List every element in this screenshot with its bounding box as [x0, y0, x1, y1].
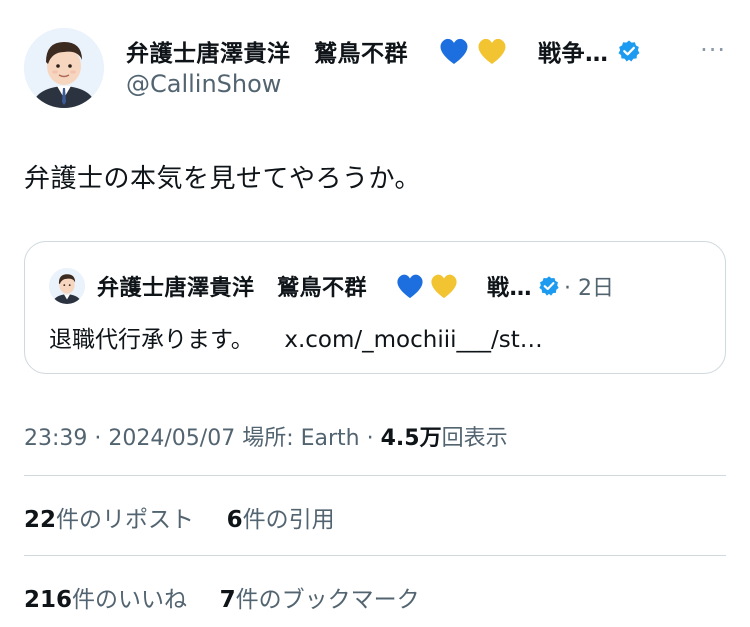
quoted-tweet-header: 弁護士唐澤貴洋 鷲鳥不群 戦… · 2日: [49, 268, 709, 304]
verified-badge-icon: [539, 276, 559, 296]
quoted-author-avatar: [49, 268, 85, 304]
meta-separator: ·: [359, 426, 381, 451]
reposts-count: 22: [24, 507, 57, 533]
views-label: 回表示: [441, 426, 508, 451]
likes-label: 件のいいね: [72, 587, 188, 613]
yellow-heart-emoji-icon: [478, 38, 506, 64]
tweet-text: 弁護士の本気を見せてやろうか。: [24, 164, 421, 194]
bookmarks-count: 7: [219, 587, 236, 613]
divider: [24, 555, 726, 556]
quoted-author-name-suffix: 戦…: [487, 276, 533, 301]
tweet-location: 場所: Earth: [242, 426, 360, 451]
likes-count: 216: [24, 587, 73, 613]
blue-heart-emoji-icon: [440, 38, 468, 64]
more-options-icon[interactable]: ···: [700, 36, 726, 64]
tweet-header: 弁護士唐澤貴洋 鷲鳥不群 戦争… ··· @CallinShow: [24, 22, 726, 110]
meta-separator: ·: [87, 426, 109, 451]
quotes-count: 6: [226, 507, 243, 533]
author-name-row[interactable]: 弁護士唐澤貴洋 鷲鳥不群 戦争…: [126, 34, 716, 68]
stats-row-likes: 216件のいいね 7件のブックマーク: [24, 580, 420, 614]
reposts-label: 件のリポスト: [56, 507, 195, 533]
author-display-name[interactable]: 弁護士唐澤貴洋 鷲鳥不群: [126, 34, 408, 68]
quotes-label: 件の引用: [242, 507, 335, 533]
tweet-meta: 23:39 · 2024/05/07 場所: Earth · 4.5万回表示: [24, 420, 508, 452]
quoted-tweet-text-row: 退職代行承ります。 x.com/_mochiii___/st…: [49, 320, 543, 354]
author-name-suffix[interactable]: 戦争…: [538, 34, 609, 68]
stats-row-reposts: 22件のリポスト 6件の引用: [24, 500, 335, 534]
divider: [24, 475, 726, 476]
quotes-stat[interactable]: 6件の引用: [227, 507, 335, 533]
views-count: 4.5万: [380, 426, 442, 451]
quoted-tweet-text: 退職代行承ります。: [49, 327, 254, 353]
quoted-tweet-card[interactable]: 弁護士唐澤貴洋 鷲鳥不群 戦… · 2日 退職代行承ります。 x.com/_mo…: [24, 241, 726, 374]
author-handle[interactable]: @CallinShow: [126, 70, 281, 98]
likes-stat[interactable]: 216件のいいね: [24, 587, 187, 613]
tweet-time[interactable]: 23:39: [24, 426, 87, 451]
reposts-stat[interactable]: 22件のリポスト: [24, 507, 194, 533]
yellow-heart-emoji-icon: [431, 274, 457, 299]
quoted-author-name: 弁護士唐澤貴洋 鷲鳥不群: [97, 276, 368, 301]
tweet-date[interactable]: 2024/05/07: [108, 426, 235, 451]
quoted-tweet-date: · 2日: [564, 276, 615, 301]
quoted-tweet-link[interactable]: x.com/_mochiii___/st…: [284, 327, 542, 353]
verified-badge-icon[interactable]: [617, 39, 641, 63]
blue-heart-emoji-icon: [397, 274, 423, 299]
author-avatar[interactable]: [24, 28, 104, 108]
bookmarks-label: 件のブックマーク: [235, 587, 420, 613]
bookmarks-stat[interactable]: 7件のブックマーク: [220, 587, 420, 613]
